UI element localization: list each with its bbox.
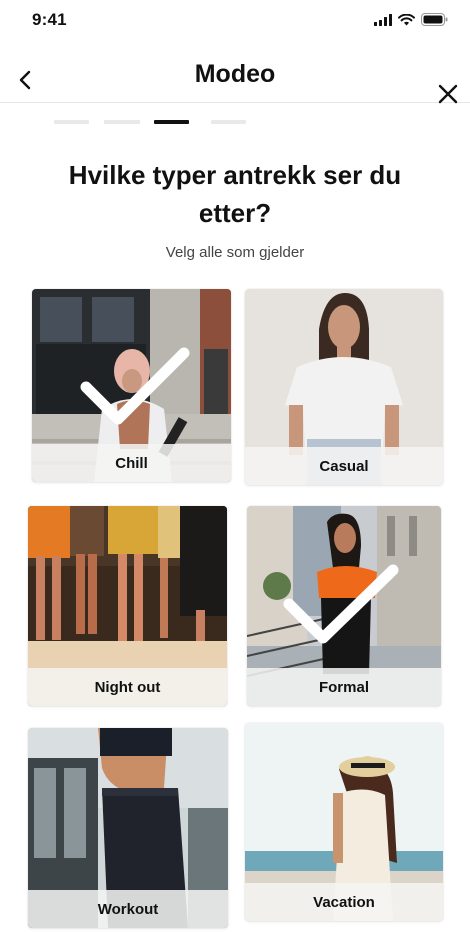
status-time: 9:41 — [32, 10, 67, 29]
option-card-workout[interactable]: Workout — [28, 728, 228, 928]
cellular-signal-icon — [374, 13, 392, 26]
status-bar: 9:41 — [0, 0, 470, 44]
option-card-night-out[interactable]: Night out — [28, 506, 227, 706]
app-title: Modeo — [194, 60, 276, 88]
option-card-vacation[interactable]: Vacation — [245, 723, 443, 921]
option-card-casual[interactable]: Casual — [245, 289, 443, 485]
close-button[interactable] — [436, 82, 460, 106]
progress-segment-4 — [211, 120, 246, 124]
question-subtitle: Velg alle som gjelder — [165, 244, 305, 261]
wifi-icon — [398, 13, 415, 25]
option-label-casual: Casual — [245, 447, 443, 485]
option-label-workout: Workout — [28, 890, 228, 928]
progress-indicator — [0, 120, 470, 126]
progress-segment-3 — [154, 120, 189, 124]
option-label-vacation: Vacation — [245, 883, 443, 921]
battery-icon — [421, 13, 448, 26]
option-card-chill[interactable]: Chill — [32, 289, 231, 482]
header-bar: Modeo — [0, 50, 470, 103]
status-icons — [374, 13, 448, 26]
option-label-chill: Chill — [32, 444, 231, 482]
option-label-night-out: Night out — [28, 668, 227, 706]
progress-segment-1 — [54, 120, 89, 124]
close-icon — [438, 84, 458, 104]
question-title: Hvilke typer antrekk ser du etter? — [68, 160, 402, 228]
option-card-formal[interactable]: Formal — [247, 506, 441, 706]
option-label-formal: Formal — [247, 668, 441, 706]
progress-segment-2 — [104, 120, 140, 124]
